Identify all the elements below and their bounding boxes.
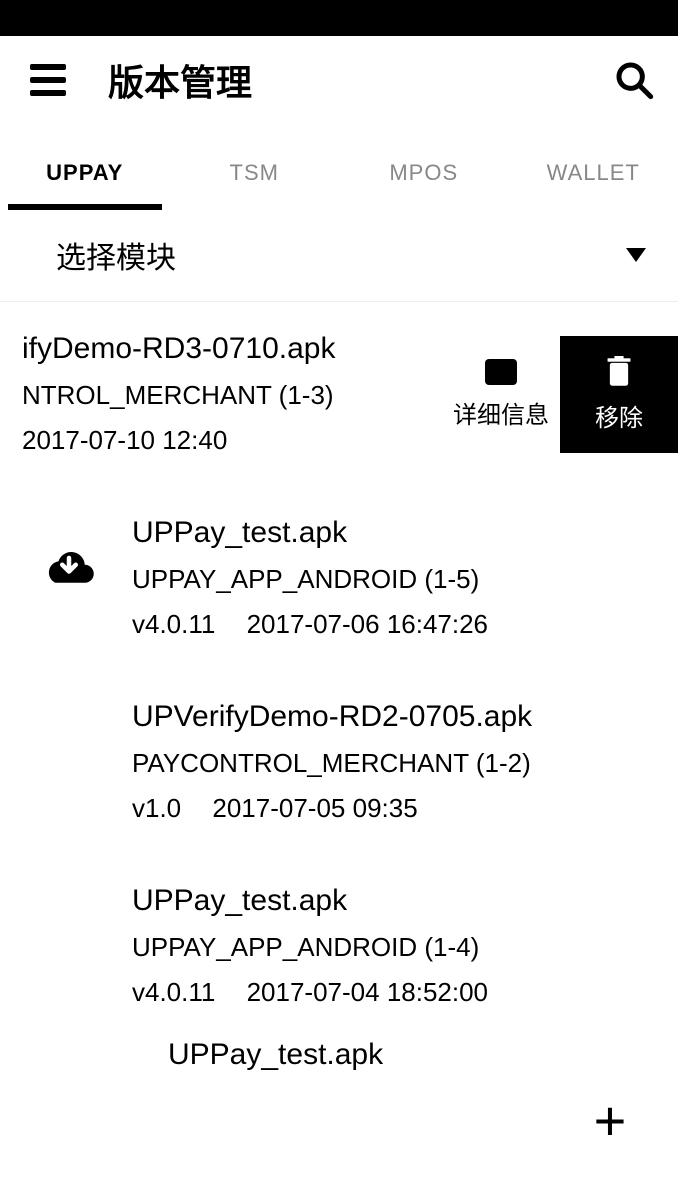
details-label: 详细信息 bbox=[453, 395, 549, 430]
app-bar: 版本管理 bbox=[0, 36, 678, 124]
details-button[interactable]: 详细信息 bbox=[442, 336, 560, 453]
chevron-down-icon bbox=[626, 248, 646, 262]
item-module: UPPAY_APP_ANDROID (1-4) bbox=[132, 932, 678, 963]
list-item-partial: UPPay_test.apk bbox=[0, 1038, 678, 1072]
item-module: PAYCONTROL_MERCHANT (1-2) bbox=[132, 748, 678, 779]
status-bar bbox=[0, 0, 678, 36]
chat-icon bbox=[485, 359, 517, 385]
list-item[interactable]: UPPay_test.apk UPPAY_APP_ANDROID (1-4) v… bbox=[0, 854, 678, 1038]
remove-label: 移除 bbox=[595, 398, 643, 433]
item-filename: UPPay_test.apk bbox=[132, 884, 678, 918]
tab-tsm[interactable]: TSM bbox=[170, 144, 340, 208]
item-timestamp: 2017-07-10 12:40 bbox=[22, 425, 227, 455]
module-selector-label: 选择模块 bbox=[56, 233, 176, 277]
item-version: v4.0.11 bbox=[132, 977, 215, 1007]
tab-uppay[interactable]: UPPAY bbox=[0, 144, 170, 208]
add-button[interactable]: + bbox=[580, 1091, 640, 1151]
tab-mpos[interactable]: MPOS bbox=[339, 144, 509, 208]
item-module: NTROL_MERCHANT (1-3) bbox=[22, 380, 434, 411]
item-filename: UPVerifyDemo-RD2-0705.apk bbox=[132, 700, 678, 734]
tab-wallet[interactable]: WALLET bbox=[509, 144, 678, 208]
trash-icon bbox=[605, 356, 633, 388]
list-item[interactable]: UPVerifyDemo-RD2-0705.apk PAYCONTROL_MER… bbox=[0, 670, 678, 854]
search-icon[interactable] bbox=[614, 60, 654, 100]
item-version: v1.0 bbox=[132, 793, 181, 823]
page-title: 版本管理 bbox=[108, 54, 614, 106]
item-module: UPPAY_APP_ANDROID (1-5) bbox=[132, 564, 678, 595]
item-version: v4.0.11 bbox=[132, 609, 215, 639]
remove-button[interactable]: 移除 bbox=[560, 336, 678, 453]
list-item[interactable]: ifyDemo-RD3-0710.apk NTROL_MERCHANT (1-3… bbox=[0, 302, 678, 486]
hamburger-menu-icon[interactable] bbox=[24, 56, 72, 104]
item-timestamp: 2017-07-05 09:35 bbox=[212, 793, 417, 823]
tab-bar: UPPAY TSM MPOS WALLET bbox=[0, 124, 678, 209]
item-filename: UPPay_test.apk bbox=[132, 516, 678, 550]
version-list: ifyDemo-RD3-0710.apk NTROL_MERCHANT (1-3… bbox=[0, 302, 678, 1072]
item-timestamp: 2017-07-04 18:52:00 bbox=[247, 977, 488, 1007]
module-selector[interactable]: 选择模块 bbox=[0, 209, 678, 302]
item-filename: ifyDemo-RD3-0710.apk bbox=[22, 332, 434, 366]
item-timestamp: 2017-07-06 16:47:26 bbox=[247, 609, 488, 639]
plus-icon: + bbox=[594, 1093, 627, 1149]
list-item[interactable]: UPPay_test.apk UPPAY_APP_ANDROID (1-5) v… bbox=[0, 486, 678, 670]
cloud-download-icon[interactable] bbox=[42, 540, 96, 594]
